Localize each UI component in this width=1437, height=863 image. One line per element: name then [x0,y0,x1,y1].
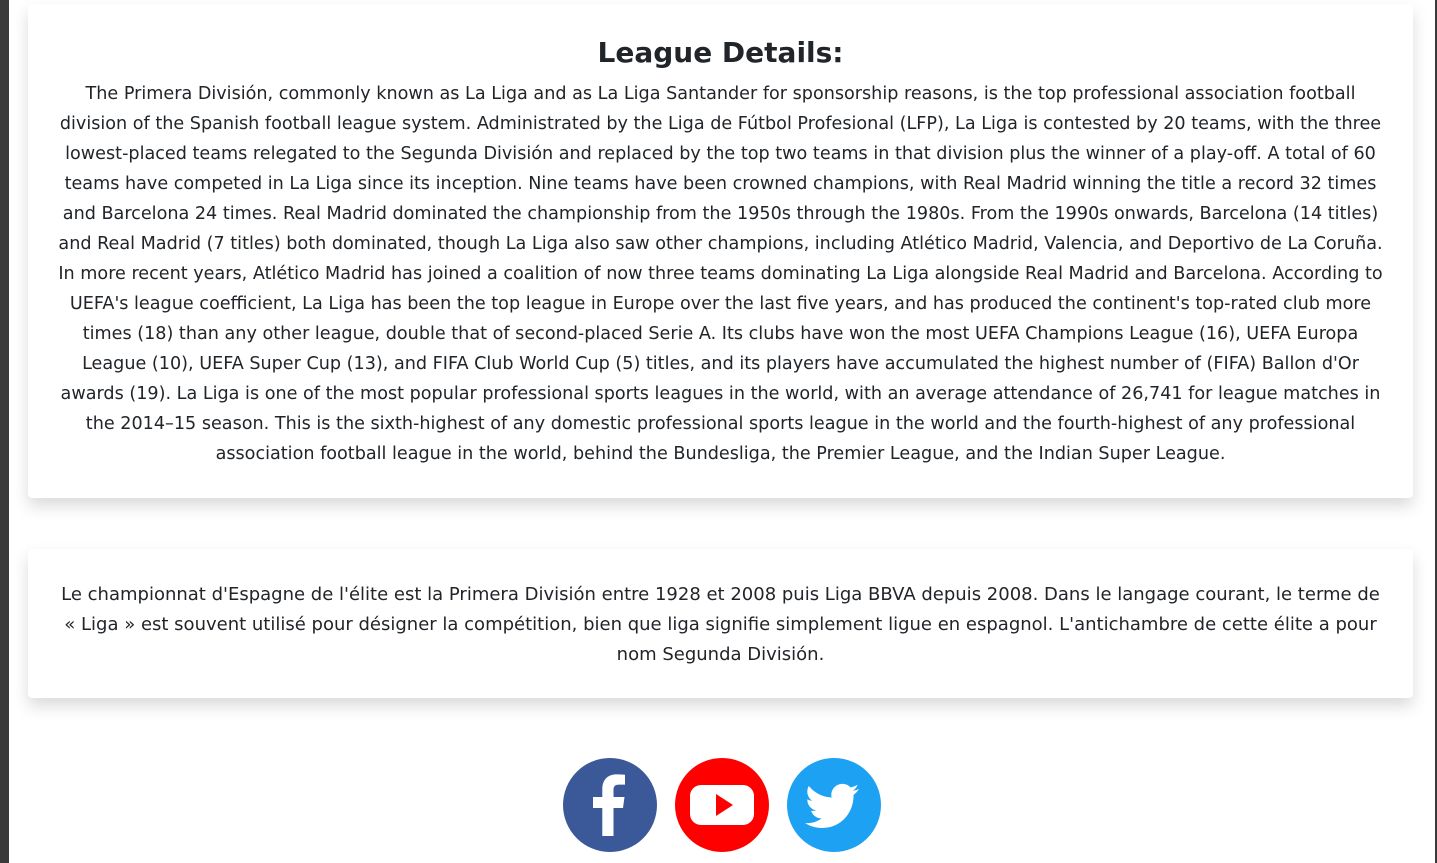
league-details-title: League Details: [597,36,844,69]
twitter-icon [805,783,859,828]
youtube-icon [690,785,754,825]
french-description-card: Le championnat d'Espagne de l'élite est … [28,549,1413,698]
league-details-text: The Primera División, commonly known as … [58,84,1383,464]
league-details-card: League Details: The Primera División, co… [28,4,1413,498]
twitter-button[interactable] [787,758,881,852]
facebook-icon [593,774,625,836]
french-description-text: Le championnat d'Espagne de l'élite est … [61,584,1380,665]
page: League Details: The Primera División, co… [9,0,1435,863]
social-links [9,758,1435,852]
left-window-border [0,0,9,863]
facebook-button[interactable] [563,758,657,852]
youtube-button[interactable] [675,758,769,852]
